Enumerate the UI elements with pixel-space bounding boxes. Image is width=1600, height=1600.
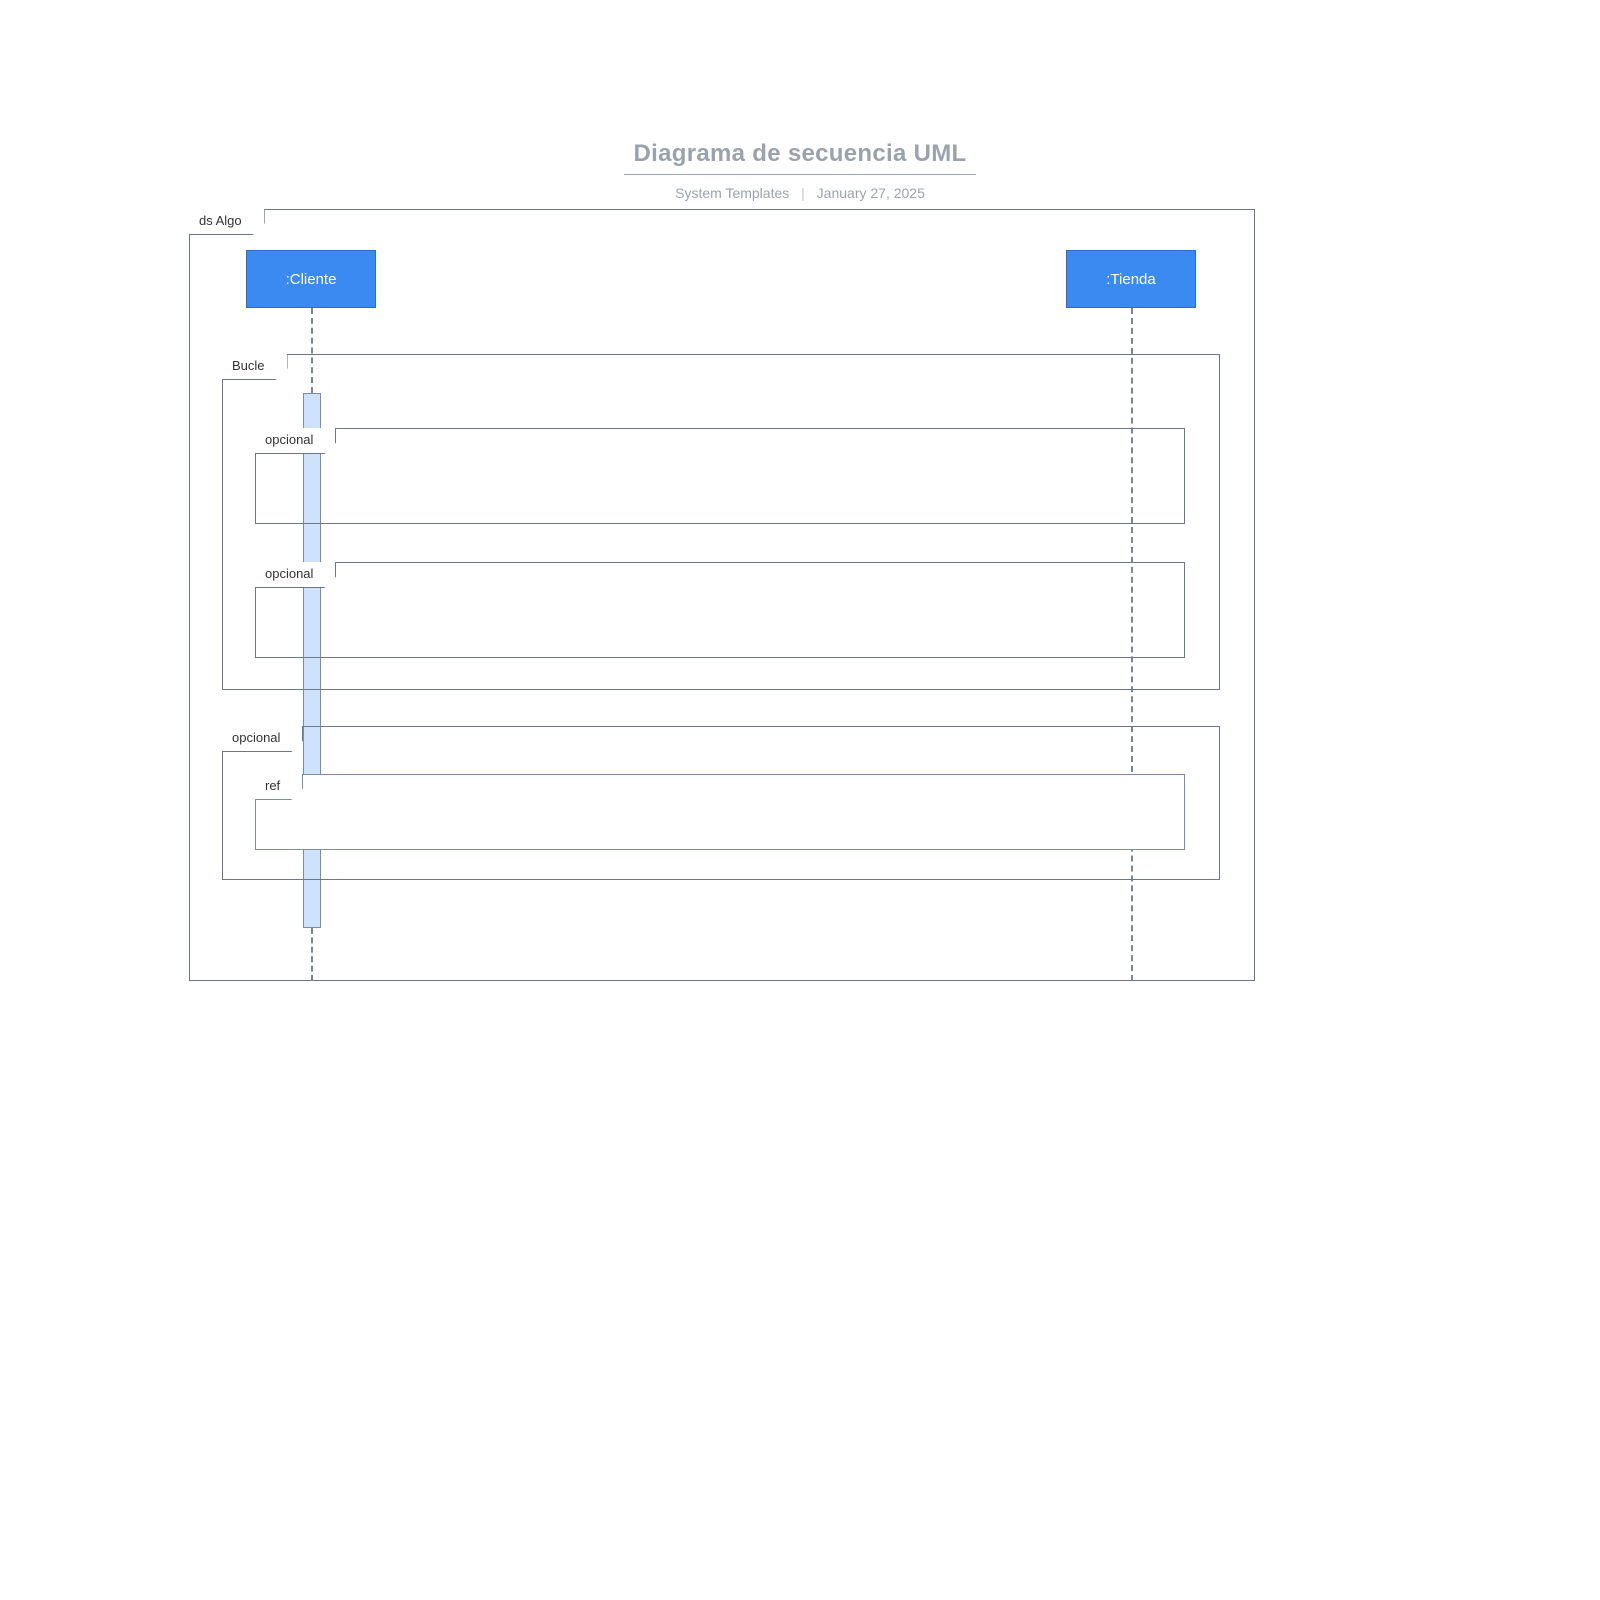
lifeline-cliente-label: :Cliente [286, 271, 337, 288]
sd-frame-label: ds Algo [189, 209, 265, 235]
lifeline-tienda[interactable]: :Tienda [1066, 250, 1196, 308]
lifeline-tienda-label: :Tienda [1106, 271, 1155, 288]
subtitle-divider: | [801, 185, 805, 201]
diagram-canvas: Diagrama de secuencia UML System Templat… [0, 0, 1600, 1600]
ref-frame[interactable]: ref [255, 774, 1185, 850]
opt-frame-2-label: opcional [255, 562, 336, 588]
author-label: System Templates [675, 185, 789, 201]
opt-frame-2[interactable]: opcional [255, 562, 1185, 658]
lifeline-cliente[interactable]: :Cliente [246, 250, 376, 308]
lifeline-line-cliente-bottom [311, 928, 313, 981]
diagram-subtitle: System Templates | January 27, 2025 [0, 185, 1600, 201]
loop-frame-label: Bucle [222, 354, 288, 380]
opt-frame-3-label: opcional [222, 726, 303, 752]
date-label: January 27, 2025 [817, 185, 925, 201]
opt-frame-1[interactable]: opcional [255, 428, 1185, 524]
diagram-title: Diagrama de secuencia UML [624, 140, 977, 175]
opt-frame-1-label: opcional [255, 428, 336, 454]
ref-frame-label: ref [255, 774, 303, 800]
title-block: Diagrama de secuencia UML System Templat… [0, 140, 1600, 201]
